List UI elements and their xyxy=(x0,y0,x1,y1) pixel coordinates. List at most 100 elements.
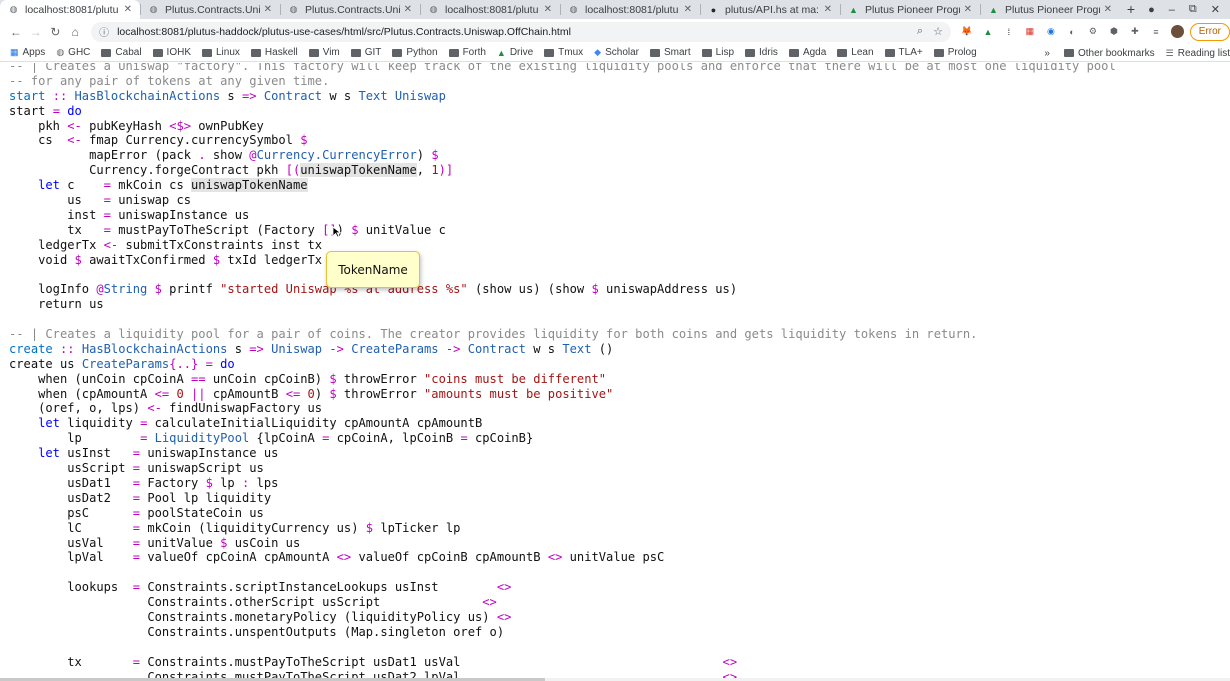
code-token: pubKeyHash xyxy=(81,118,170,133)
url-text[interactable]: localhost:8081/plutus-haddock/plutus-use… xyxy=(117,26,917,38)
folder-icon xyxy=(448,48,459,57)
close-tab-icon[interactable]: ✕ xyxy=(824,4,832,15)
list-icon[interactable]: ≡ xyxy=(1150,26,1162,38)
zoom-icon[interactable]: ⌕ xyxy=(917,25,923,38)
home-button[interactable]: ⌂ xyxy=(65,25,85,39)
tab-0[interactable]: ◍ localhost:8081/plutu ✕ xyxy=(0,0,140,19)
fox-icon[interactable]: 🦊 xyxy=(961,26,973,38)
bookmark-smart[interactable]: Smart xyxy=(650,47,691,58)
new-tab-button[interactable]: + xyxy=(1120,0,1142,19)
bookmark-ghc[interactable]: ◍ GHC xyxy=(56,47,90,58)
folder-icon xyxy=(837,48,848,57)
tab-1[interactable]: ◍ Plutus.Contracts.Unis ✕ xyxy=(140,0,280,19)
bookmark-agda[interactable]: Agda xyxy=(788,47,826,58)
forward-button[interactable]: → xyxy=(26,25,46,39)
code-token: = xyxy=(132,535,141,550)
hovered-identifier[interactable]: uniswapTokenName xyxy=(191,178,308,193)
bookmark-cabal[interactable]: Cabal xyxy=(101,47,142,58)
bookmark-drive[interactable]: ▲ Drive xyxy=(497,47,533,58)
close-tab-icon[interactable]: ✕ xyxy=(264,4,272,15)
bookmark-vim[interactable]: Vim xyxy=(308,47,340,58)
tab-7[interactable]: ▲ Plutus Pioneer Progr ✕ xyxy=(980,0,1120,19)
code-token: = xyxy=(103,193,111,208)
bookmark-scholar[interactable]: ◆ Scholar xyxy=(594,47,639,58)
tab-6[interactable]: ▲ Plutus Pioneer Progr ✕ xyxy=(840,0,980,19)
code-token: = xyxy=(132,520,141,535)
code-token: , xyxy=(416,163,432,178)
code-token: String xyxy=(103,282,148,297)
folder-icon xyxy=(202,48,212,57)
code-token: ownPubKey xyxy=(191,118,264,133)
close-tab-icon[interactable]: ✕ xyxy=(964,4,972,15)
page-content[interactable]: -- | Creates a Uniswap "factory". This f… xyxy=(0,63,1230,681)
bookmark-tla-[interactable]: TLA+ xyxy=(884,47,923,58)
close-tab-icon[interactable]: ✕ xyxy=(684,4,692,15)
bookmark-idris[interactable]: Idris xyxy=(745,47,778,58)
restore-button[interactable]: ⧉ xyxy=(1189,3,1197,16)
code-token: => xyxy=(242,88,257,103)
bookmark-python[interactable]: Python xyxy=(392,47,438,58)
code-token: :: xyxy=(52,88,68,103)
bookmark-apps[interactable]: ▦ Apps xyxy=(10,47,45,58)
minimize-button[interactable]: – xyxy=(1169,4,1175,16)
close-tab-icon[interactable]: ✕ xyxy=(124,4,132,15)
grid-icon[interactable]: ▦ xyxy=(1024,26,1036,38)
code-token: valueOf cpCoinB cpAmountB xyxy=(351,550,548,565)
bookmark-tmux[interactable]: Tmux xyxy=(544,47,583,58)
reload-button[interactable]: ↻ xyxy=(46,25,66,39)
back-button[interactable]: ← xyxy=(6,25,26,39)
code-line: mapError (pack . show @Currency.Currency… xyxy=(9,148,1116,163)
folder-icon xyxy=(350,48,361,57)
tab-3[interactable]: ◍ localhost:8081/plutu ✕ xyxy=(420,0,560,19)
bookmarks-more-button[interactable]: » xyxy=(1044,48,1050,59)
tab-title: localhost:8081/plutu xyxy=(445,3,539,16)
puzzle-circle-icon[interactable]: ◉ xyxy=(1045,26,1057,38)
eye-icon[interactable]: ◐ xyxy=(1066,26,1078,38)
profile-avatar[interactable] xyxy=(1170,25,1184,38)
cube-icon[interactable]: ⬢ xyxy=(1108,26,1120,38)
bookmark-forth[interactable]: Forth xyxy=(448,47,486,58)
folder-icon xyxy=(788,48,799,57)
code-token: cpCoinB} xyxy=(467,431,534,446)
tab-4[interactable]: ◍ localhost:8081/plutu ✕ xyxy=(560,0,700,19)
gear-icon[interactable]: ⚙ xyxy=(1087,26,1099,38)
site-info-icon[interactable]: ⓘ xyxy=(99,24,109,39)
bookmark-linux[interactable]: Linux xyxy=(202,47,240,58)
bookmark-iohk[interactable]: IOHK xyxy=(152,47,191,58)
address-bar[interactable]: ⓘ localhost:8081/plutus-haddock/plutus-u… xyxy=(91,21,951,42)
code-token: LiquidityPool xyxy=(154,431,250,446)
bookmark-lean[interactable]: Lean xyxy=(837,47,874,58)
code-token: = xyxy=(103,222,111,237)
code-token: -> xyxy=(445,341,461,356)
code-token: cs xyxy=(9,133,68,148)
reading-list[interactable]: ☰ Reading list xyxy=(1166,48,1230,59)
bookmark-lisp[interactable]: Lisp xyxy=(701,47,734,58)
tab-5[interactable]: ● plutus/API.hs at ma: ✕ xyxy=(700,0,840,19)
bookmark-prolog[interactable]: Prolog xyxy=(933,47,977,58)
bookmark-git[interactable]: GIT xyxy=(350,47,381,58)
bookmark-star-icon[interactable]: ☆ xyxy=(933,25,943,38)
code-token: = xyxy=(132,505,141,520)
code-token: Currency.forgeContract pkh xyxy=(9,163,286,178)
close-window-button[interactable]: ✕ xyxy=(1211,3,1220,16)
code-token: start xyxy=(9,103,53,118)
reading-list-label: Reading list xyxy=(1177,47,1230,59)
hovered-identifier[interactable]: uniswapTokenName xyxy=(300,163,417,178)
other-bookmarks[interactable]: Other bookmarks xyxy=(1063,48,1155,59)
code-token: cpCoinA, lpCoinB xyxy=(329,431,461,446)
code-token: $ xyxy=(329,371,337,386)
close-tab-icon[interactable]: ✕ xyxy=(1104,4,1112,15)
code-line: create us CreateParams{..} = do xyxy=(9,357,1116,372)
triangle-icon[interactable]: ▲ xyxy=(982,26,994,38)
puzzle-icon[interactable]: ✚ xyxy=(1129,26,1141,38)
dot-icon[interactable]: ⁞ xyxy=(1003,26,1015,38)
bookmark-haskell[interactable]: Haskell xyxy=(250,47,298,58)
tab-2[interactable]: ◍ Plutus.Contracts.Unis ✕ xyxy=(280,0,420,19)
drive-icon: ▲ xyxy=(849,4,858,15)
record-icon[interactable]: ● xyxy=(1148,4,1155,16)
close-tab-icon[interactable]: ✕ xyxy=(404,4,412,15)
error-button[interactable]: Error xyxy=(1189,22,1230,41)
close-tab-icon[interactable]: ✕ xyxy=(544,4,552,15)
